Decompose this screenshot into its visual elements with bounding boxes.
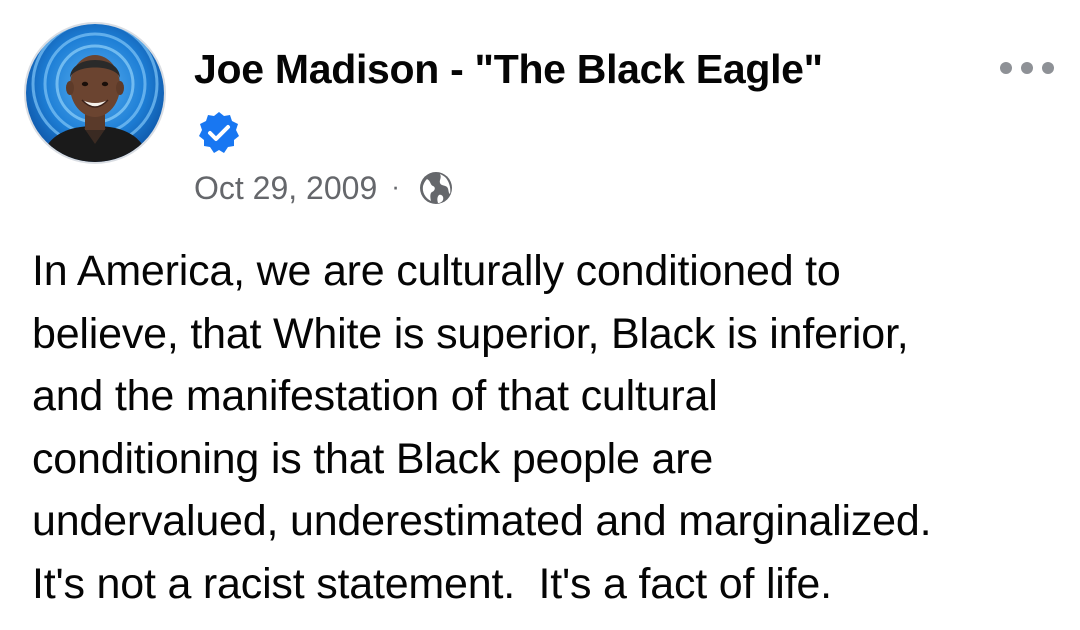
post-date[interactable]: Oct 29, 2009 — [194, 170, 377, 207]
post-text-line: It's not a racist statement. It's a fact… — [32, 559, 832, 608]
more-options-button[interactable] — [1000, 56, 1054, 80]
post-card: Joe Madison - "The Black Eagle" Oct 29, … — [0, 0, 1080, 630]
post-text-line: believe, that White is superior, Black i… — [32, 309, 909, 358]
post-meta: Oct 29, 2009 · — [194, 168, 454, 208]
post-text-line: In America, we are culturally conditione… — [32, 247, 841, 295]
author-name[interactable]: Joe Madison - "The Black Eagle" — [194, 46, 823, 93]
post-text-line: conditioning is that Black people are — [32, 434, 714, 483]
more-dot-icon — [1042, 62, 1054, 74]
post-text-line: undervalued, underestimated and marginal… — [32, 497, 932, 545]
meta-separator: · — [391, 170, 400, 201]
avatar-photo-icon — [26, 24, 164, 162]
more-dot-icon — [1000, 62, 1012, 74]
author-avatar[interactable] — [24, 22, 166, 164]
globe-icon[interactable] — [418, 170, 454, 206]
more-dot-icon — [1021, 62, 1033, 74]
verified-badge-icon — [199, 112, 239, 153]
post-body-text: In America, we are culturally conditione… — [32, 240, 1062, 615]
post-text-line: and the manifestation of that cultural — [32, 372, 718, 420]
